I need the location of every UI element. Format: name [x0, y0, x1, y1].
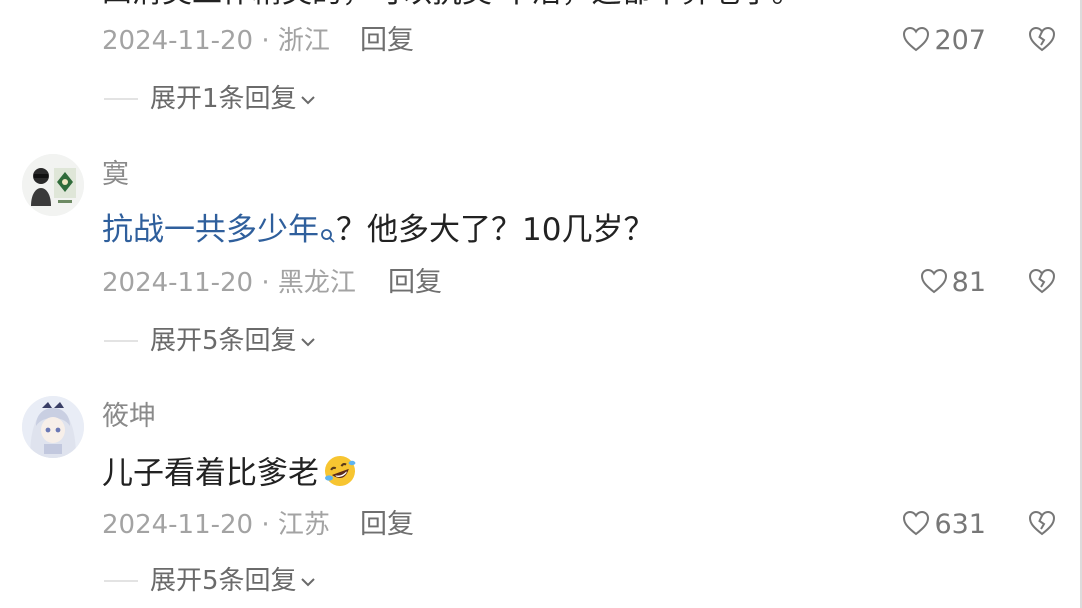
expand-replies-button[interactable]: 展开5条回复	[104, 326, 316, 356]
like-button[interactable]: 81	[920, 268, 986, 298]
expand-replies-button[interactable]: 展开5条回复	[104, 566, 316, 596]
avatar[interactable]	[22, 154, 84, 216]
like-count: 207	[934, 25, 986, 56]
reply-button[interactable]: 回复	[360, 510, 414, 540]
username[interactable]: 筱坤	[102, 402, 156, 432]
dislike-button[interactable]	[1026, 510, 1058, 540]
expand-divider	[104, 580, 138, 582]
heart-outline-icon	[902, 26, 930, 56]
expand-replies-label: 展开5条回复	[150, 566, 297, 596]
username[interactable]: 寞	[102, 160, 129, 190]
comment-text: ？他多大了？10几岁？	[336, 212, 655, 248]
like-count: 81	[951, 267, 986, 298]
laughing-emoji-icon	[323, 454, 357, 496]
dislike-button[interactable]	[1026, 26, 1058, 56]
comment-text: 儿子看着比爹老	[102, 455, 319, 492]
previous-comment-text: 四清类工作精英的，可以抗美 不活，这都不算老了。	[102, 0, 1022, 8]
heart-outline-icon	[902, 510, 930, 540]
expand-divider	[104, 98, 138, 100]
comment-list-screen: 四清类工作精英的，可以抗美 不活，这都不算老了。 2024-11-20 · 浙江…	[0, 0, 1082, 608]
reply-button[interactable]: 回复	[360, 26, 414, 56]
like-button[interactable]: 631	[902, 510, 986, 540]
chevron-down-icon	[300, 91, 316, 110]
expand-replies-button[interactable]: 展开1条回复	[104, 84, 316, 114]
broken-heart-outline-icon	[1028, 268, 1056, 298]
broken-heart-outline-icon	[1028, 510, 1056, 540]
search-icon[interactable]	[320, 216, 336, 252]
reply-button[interactable]: 回复	[388, 268, 442, 298]
comment-content: 儿子看着比爹老	[102, 454, 357, 496]
heart-outline-icon	[920, 268, 948, 298]
comment-date-location: 2024-11-20 · 黑龙江	[102, 268, 356, 298]
dislike-button[interactable]	[1026, 268, 1058, 298]
chevron-down-icon	[300, 333, 316, 352]
like-count: 631	[934, 509, 986, 540]
search-link-text[interactable]: 抗战一共多少年	[102, 212, 319, 248]
broken-heart-outline-icon	[1028, 26, 1056, 56]
like-button[interactable]: 207	[902, 26, 986, 56]
expand-replies-label: 展开5条回复	[150, 326, 297, 356]
comment-date-location: 2024-11-20 · 江苏	[102, 510, 330, 540]
chevron-down-icon	[300, 573, 316, 592]
comment-content: 抗战一共多少年 ？他多大了？10几岁？	[102, 212, 654, 252]
expand-divider	[104, 340, 138, 342]
avatar[interactable]	[22, 396, 84, 458]
expand-replies-label: 展开1条回复	[150, 84, 297, 114]
comment-date-location: 2024-11-20 · 浙江	[102, 26, 330, 56]
